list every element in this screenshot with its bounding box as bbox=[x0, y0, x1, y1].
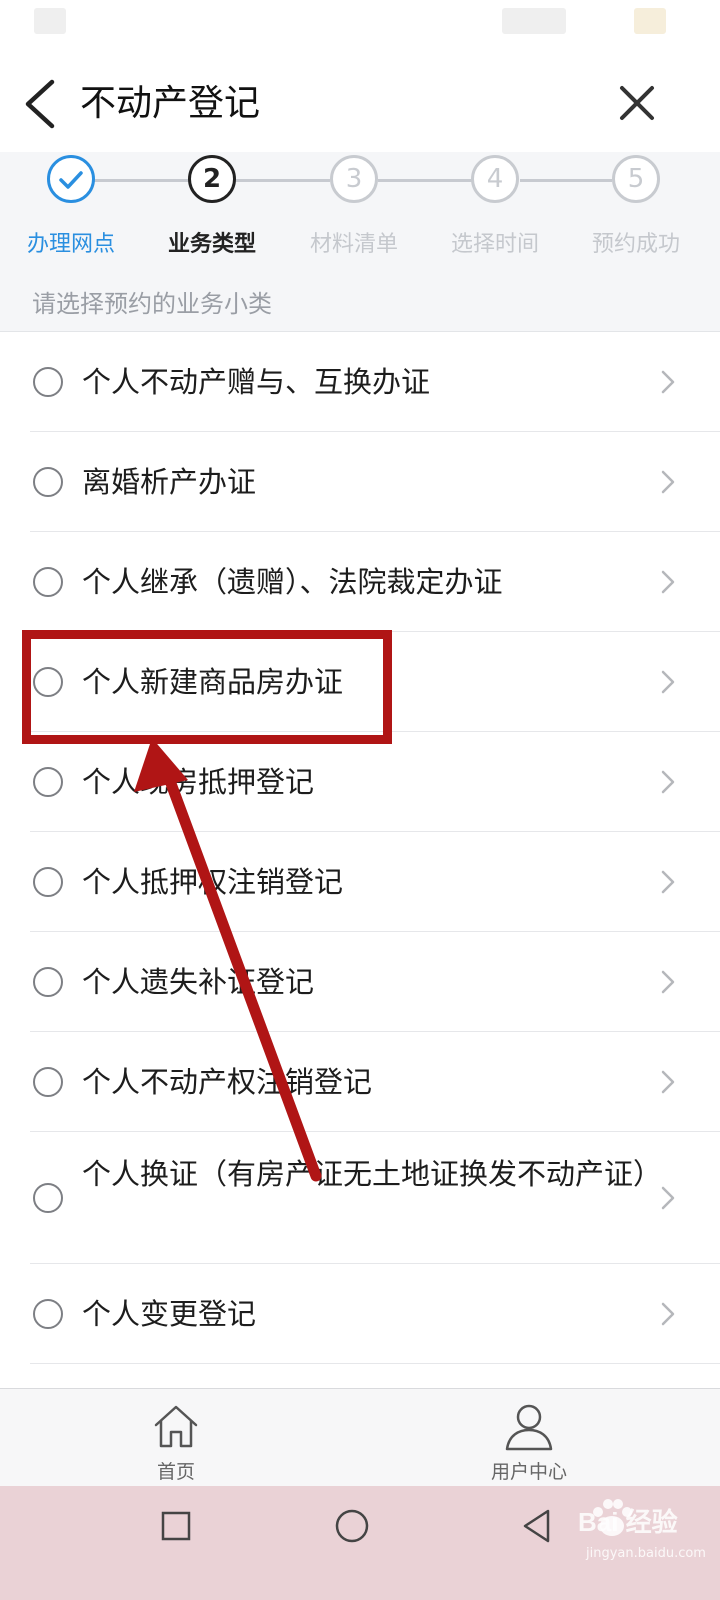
step-3-label: 材料清单 bbox=[309, 232, 398, 257]
step-connector bbox=[94, 179, 188, 182]
step-connector bbox=[520, 179, 612, 182]
signal-icon bbox=[502, 8, 566, 34]
chevron-right-icon bbox=[661, 1070, 675, 1094]
watermark-brand: Bai 经验 bbox=[578, 1507, 678, 1537]
tab-user-center-label: 用户中心 bbox=[490, 1461, 567, 1483]
page-title: 不动产登记 bbox=[80, 83, 261, 124]
step-5-circle: 5 bbox=[612, 155, 660, 203]
radio-button[interactable] bbox=[33, 1183, 63, 1213]
radio-button[interactable] bbox=[33, 767, 63, 797]
chevron-right-icon bbox=[661, 570, 675, 594]
chevron-right-icon bbox=[661, 1186, 675, 1210]
radio-button[interactable] bbox=[33, 667, 63, 697]
check-icon bbox=[59, 171, 83, 189]
list-item[interactable]: 个人现房抵押登记 bbox=[0, 732, 720, 832]
chevron-right-icon bbox=[661, 970, 675, 994]
close-icon bbox=[620, 86, 654, 120]
list-item-label: 个人新建商品房办证 bbox=[82, 665, 344, 699]
list-item[interactable]: 个人新建商品房办证 bbox=[0, 632, 720, 732]
list-item-label: 个人现房抵押登记 bbox=[82, 765, 315, 799]
home-circle-icon[interactable] bbox=[334, 1508, 370, 1544]
tab-home[interactable]: 首页 bbox=[76, 1389, 276, 1487]
list-item[interactable]: 离婚析产办证 bbox=[0, 432, 720, 532]
section-hint-text: 请选择预约的业务小类 bbox=[32, 290, 272, 318]
list-item-label: 个人抵押权注销登记 bbox=[82, 865, 344, 899]
radio-button[interactable] bbox=[33, 567, 63, 597]
chevron-left-icon bbox=[25, 79, 55, 129]
list-item-label: 个人变更登记 bbox=[82, 1297, 257, 1331]
battery-icon bbox=[634, 8, 666, 34]
section-hint: 请选择预约的业务小类 bbox=[0, 270, 720, 332]
user-icon bbox=[505, 1404, 553, 1451]
step-3-circle: 3 bbox=[330, 155, 378, 203]
radio-button[interactable] bbox=[33, 1299, 63, 1329]
radio-button[interactable] bbox=[33, 867, 63, 897]
list-item-label: 离婚析产办证 bbox=[82, 465, 257, 499]
tab-bar: 首页 用户中心 bbox=[0, 1388, 720, 1486]
home-icon bbox=[154, 1405, 198, 1448]
step-connector bbox=[378, 179, 472, 182]
business-type-list: 个人不动产赠与、互换办证 离婚析产办证 个人继承（遗赠）、法院裁定办证 个人新建… bbox=[0, 332, 720, 1364]
recent-apps-icon[interactable] bbox=[160, 1510, 192, 1542]
list-item[interactable]: 个人变更登记 bbox=[0, 1264, 720, 1364]
close-button[interactable] bbox=[610, 76, 666, 132]
list-item[interactable]: 个人换证（有房产证无土地证换发不动产证） bbox=[0, 1132, 720, 1264]
back-button[interactable] bbox=[18, 74, 64, 134]
step-4-label: 选择时间 bbox=[450, 232, 539, 257]
watermark-site: jingyan.baidu.com bbox=[586, 1546, 706, 1561]
radio-button[interactable] bbox=[33, 967, 63, 997]
chevron-right-icon bbox=[661, 470, 675, 494]
step-2-label: 业务类型 bbox=[167, 232, 256, 257]
step-5-label: 预约成功 bbox=[591, 232, 680, 257]
tab-home-label: 首页 bbox=[156, 1461, 195, 1483]
step-connector bbox=[236, 179, 330, 182]
radio-button[interactable] bbox=[33, 1067, 63, 1097]
radio-button[interactable] bbox=[33, 367, 63, 397]
list-item[interactable]: 个人不动产权注销登记 bbox=[0, 1032, 720, 1132]
radio-button[interactable] bbox=[33, 467, 63, 497]
step-1-circle bbox=[47, 155, 95, 203]
step-1-label: 办理网点 bbox=[26, 232, 115, 257]
chevron-right-icon bbox=[661, 1302, 675, 1326]
chevron-right-icon bbox=[661, 370, 675, 394]
chevron-right-icon bbox=[661, 670, 675, 694]
status-bar bbox=[0, 0, 720, 56]
chevron-right-icon bbox=[661, 870, 675, 894]
nav-bar: 不动产登记 bbox=[0, 56, 720, 152]
list-item-label: 个人不动产赠与、互换办证 bbox=[82, 365, 431, 399]
list-item[interactable]: 个人继承（遗赠）、法院裁定办证 bbox=[0, 532, 720, 632]
baidu-watermark: Bai 经验 jingyan.baidu.com bbox=[536, 1496, 716, 1586]
list-item-label: 个人继承（遗赠）、法院裁定办证 bbox=[82, 565, 503, 599]
list-item[interactable]: 个人不动产赠与、互换办证 bbox=[0, 332, 720, 432]
list-item-label: 个人换证（有房产证无土地证换发不动产证） bbox=[82, 1157, 663, 1191]
step-2-circle: 2 bbox=[188, 155, 236, 203]
list-item[interactable]: 个人遗失补证登记 bbox=[0, 932, 720, 1032]
step-4-circle: 4 bbox=[471, 155, 519, 203]
tab-user-center[interactable]: 用户中心 bbox=[429, 1389, 629, 1487]
divider bbox=[30, 1363, 720, 1364]
chevron-right-icon bbox=[661, 770, 675, 794]
list-item-label: 个人不动产权注销登记 bbox=[82, 1065, 373, 1099]
list-item-label: 个人遗失补证登记 bbox=[82, 965, 315, 999]
list-item[interactable]: 个人抵押权注销登记 bbox=[0, 832, 720, 932]
status-icon bbox=[34, 8, 66, 34]
